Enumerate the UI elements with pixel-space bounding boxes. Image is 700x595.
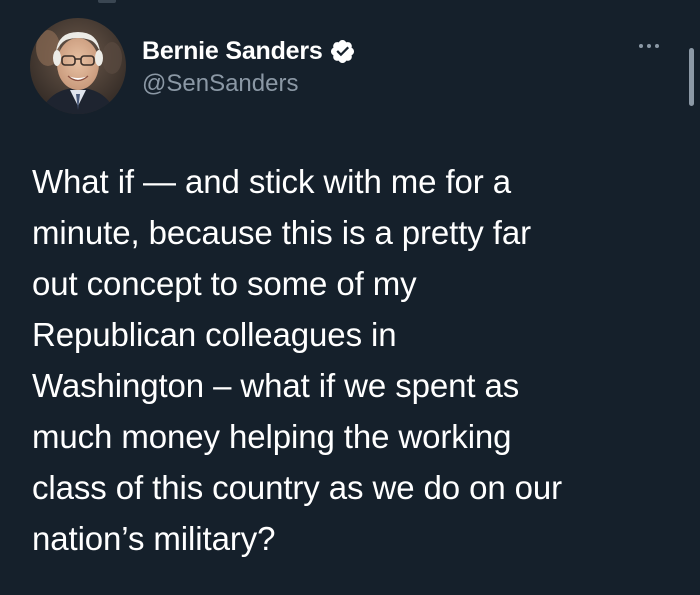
- author-name-row[interactable]: Bernie Sanders: [142, 34, 356, 68]
- top-edge-mark: [98, 0, 116, 3]
- profile-photo-icon: [30, 18, 126, 114]
- tweet-text-line: class of this country as we do on our: [32, 469, 563, 506]
- tweet-text-line: minute, because this is a pretty far: [32, 214, 531, 251]
- author-display-name[interactable]: Bernie Sanders: [142, 36, 323, 66]
- scrollbar-thumb[interactable]: [689, 48, 694, 106]
- tweet-text-line: nation’s military?: [32, 520, 276, 557]
- more-options-icon: [655, 44, 659, 48]
- tweet-text: What if — and stick with me for a minute…: [32, 156, 682, 564]
- tweet-card: Bernie Sanders @SenSanders What if — and…: [0, 0, 700, 595]
- tweet-text-line: Republican colleagues in: [32, 316, 397, 353]
- author-avatar[interactable]: [30, 18, 126, 114]
- tweet-text-line: What if — and stick with me for a: [32, 163, 512, 200]
- more-options-button[interactable]: [634, 36, 664, 56]
- tweet-text-line: Washington – what if we spent as: [32, 367, 520, 404]
- author-handle[interactable]: @SenSanders: [142, 69, 298, 99]
- verified-badge-icon: [329, 38, 356, 65]
- tweet-text-line: out concept to some of my: [32, 265, 417, 302]
- more-options-icon: [647, 44, 651, 48]
- more-options-icon: [639, 44, 643, 48]
- tweet-text-line: much money helping the working: [32, 418, 512, 455]
